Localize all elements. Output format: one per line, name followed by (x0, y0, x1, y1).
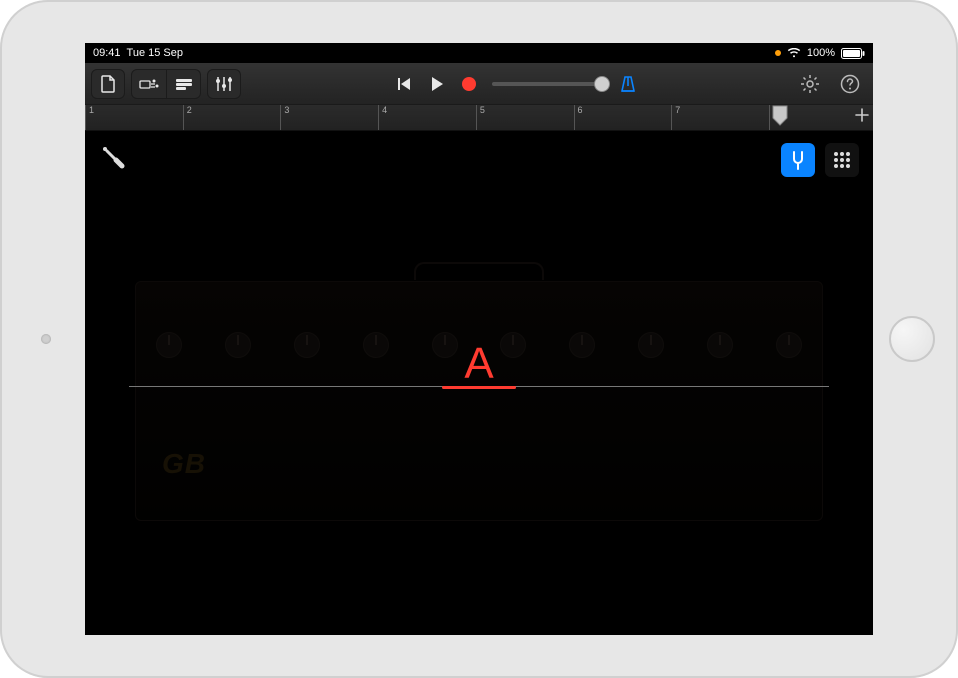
screen: 09:41 Tue 15 Sep 100% (85, 43, 873, 635)
record-button[interactable] (462, 77, 476, 91)
input-settings-button[interactable] (99, 143, 129, 173)
timeline-ruler[interactable]: 1 2 3 4 5 6 7 8 (85, 105, 873, 131)
metronome-button[interactable] (618, 74, 638, 94)
amp-brand: GB (162, 448, 206, 480)
document-icon (100, 75, 116, 93)
ruler-bar-3: 3 (280, 105, 289, 130)
main-toolbar (85, 63, 873, 105)
transport-controls (396, 76, 476, 92)
amp-knob (294, 332, 320, 358)
browser-icon (139, 77, 159, 91)
ruler-bar-2: 2 (183, 105, 192, 130)
chord-strips-button[interactable] (825, 143, 859, 177)
add-section-button[interactable] (855, 108, 869, 122)
go-to-start-button[interactable] (396, 76, 412, 92)
amp-backdrop: GB (135, 281, 823, 521)
chord-grid-icon (832, 150, 852, 170)
play-button[interactable] (430, 76, 444, 92)
status-bar: 09:41 Tue 15 Sep 100% (85, 43, 873, 63)
amp-knob (500, 332, 526, 358)
tracks-view-button[interactable] (166, 70, 200, 98)
tuner-button[interactable] (781, 143, 815, 177)
amp-knob (569, 332, 595, 358)
battery-icon (841, 48, 865, 59)
tracklist-icon (175, 78, 193, 90)
browser-view-button[interactable] (132, 70, 166, 98)
volume-knob[interactable] (594, 76, 610, 92)
view-toggle (131, 69, 201, 99)
ruler-bar-6: 6 (574, 105, 583, 130)
amp-knob (638, 332, 664, 358)
amp-knob (432, 332, 458, 358)
mic-in-use-dot (775, 50, 781, 56)
fx-button[interactable] (207, 69, 241, 99)
ruler-bar-5: 5 (476, 105, 485, 130)
amp-knob (707, 332, 733, 358)
play-icon (430, 76, 444, 92)
instrument-canvas: GB A (85, 131, 873, 635)
home-button[interactable] (889, 316, 935, 362)
help-icon (840, 74, 860, 94)
ruler-bar-1: 1 (85, 105, 94, 130)
skip-back-icon (396, 76, 412, 92)
battery-pct: 100% (807, 47, 835, 59)
settings-button[interactable] (793, 69, 827, 99)
record-icon (462, 77, 476, 91)
wifi-icon (787, 48, 801, 58)
status-time: 09:41 (93, 47, 121, 59)
metronome-icon (618, 74, 638, 94)
ruler-bar-7: 7 (671, 105, 680, 130)
tuning-fork-icon (787, 149, 809, 171)
ipad-device-frame: 09:41 Tue 15 Sep 100% (0, 0, 958, 678)
amp-knob (156, 332, 182, 358)
my-songs-button[interactable] (91, 69, 125, 99)
playhead-marker[interactable] (771, 105, 789, 131)
jack-plug-icon (99, 143, 127, 171)
amp-knob (776, 332, 802, 358)
ruler-bar-4: 4 (378, 105, 387, 130)
amp-handle (414, 262, 544, 280)
status-date: Tue 15 Sep (127, 47, 183, 59)
front-camera (41, 334, 51, 344)
amp-knob (363, 332, 389, 358)
volume-slider[interactable] (492, 82, 602, 86)
plus-icon (855, 108, 869, 122)
amp-knob (225, 332, 251, 358)
tuner-note: A (464, 339, 493, 389)
gear-icon (800, 74, 820, 94)
help-button[interactable] (833, 69, 867, 99)
fx-icon (215, 76, 233, 92)
